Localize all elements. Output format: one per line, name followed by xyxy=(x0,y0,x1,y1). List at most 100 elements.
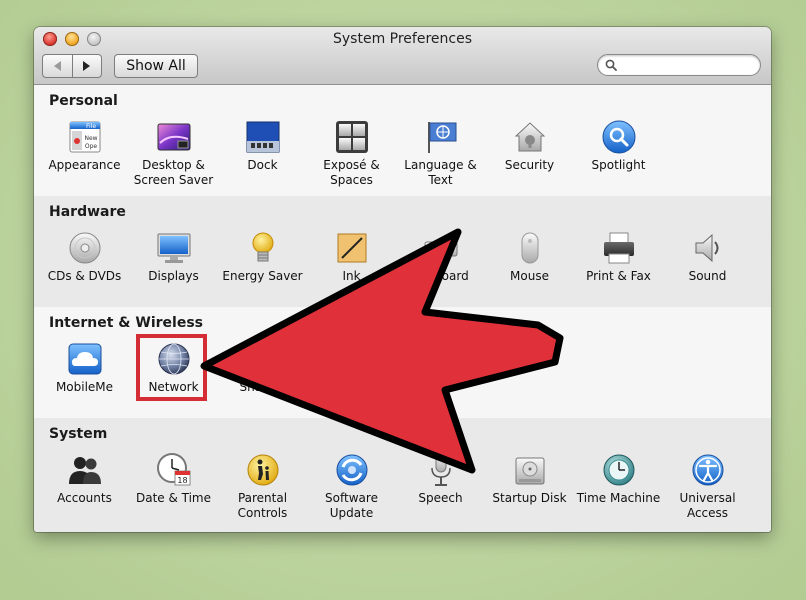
pane-label: Appearance xyxy=(48,158,121,172)
accounts-icon xyxy=(68,457,101,484)
pane-startup-disk[interactable]: Startup Disk xyxy=(485,448,574,526)
pane-label: Keyboard xyxy=(412,269,469,283)
spotlight-icon xyxy=(602,120,635,154)
pane-label: Startup Disk xyxy=(492,491,567,505)
pane-keyboard[interactable]: Keyboard xyxy=(396,226,485,304)
universal-access-icon xyxy=(692,454,723,486)
pane-sound[interactable]: Sound xyxy=(663,226,752,304)
section-hardware: Hardware CDs & DVDs Displays Energy Save… xyxy=(34,196,771,308)
pane-label: Displays xyxy=(148,269,199,283)
mobileme-cloud-icon xyxy=(68,343,101,375)
section-title-personal: Personal xyxy=(49,93,118,109)
energy-saver-icon xyxy=(252,232,273,262)
ink-icon xyxy=(337,233,366,263)
pane-label: Parental Controls xyxy=(237,491,288,520)
section-internet-wireless: Internet & Wireless MobileMe Network Sha… xyxy=(34,307,771,419)
time-machine-icon xyxy=(603,454,634,486)
cd-dvd-icon xyxy=(69,232,100,264)
pane-label: Language & Text xyxy=(404,158,477,187)
window-title: System Preferences xyxy=(333,31,472,47)
pane-label: CDs & DVDs xyxy=(47,269,122,283)
pane-label: Dock xyxy=(247,158,278,172)
search-field[interactable] xyxy=(597,54,761,76)
clock-calendar-icon: 18 xyxy=(156,453,190,486)
pane-appearance[interactable]: New Ope File Appearance xyxy=(40,115,129,193)
security-icon xyxy=(514,122,545,152)
pane-displays[interactable]: Displays xyxy=(129,226,218,304)
svg-text:Ope: Ope xyxy=(84,143,97,150)
pane-ink[interactable]: Ink xyxy=(307,226,396,304)
pane-label: Time Machine xyxy=(576,491,661,505)
desktop-screen-saver-icon xyxy=(157,123,190,151)
pane-label: Date & Time xyxy=(135,491,212,505)
section-title-hardware: Hardware xyxy=(49,204,126,220)
forward-button[interactable] xyxy=(71,55,102,77)
pane-label: MobileMe xyxy=(55,380,114,394)
pane-label: Print & Fax xyxy=(586,269,651,283)
pane-label: Universal Access xyxy=(679,491,736,520)
search-input[interactable] xyxy=(620,56,754,74)
pane-universal-access[interactable]: Universal Access xyxy=(663,448,752,526)
pane-language-text[interactable]: Language & Text xyxy=(396,115,485,193)
svg-text:New: New xyxy=(84,135,97,142)
pane-label: Spotlight xyxy=(591,158,646,172)
printer-icon xyxy=(603,232,634,264)
pane-desktop-screen-saver[interactable]: Desktop & Screen Saver xyxy=(129,115,218,193)
pane-label: Energy Saver xyxy=(222,269,303,283)
pane-cds-dvds[interactable]: CDs & DVDs xyxy=(40,226,129,304)
parental-controls-icon xyxy=(247,454,278,486)
pane-label: Accounts xyxy=(57,491,112,505)
pane-spotlight[interactable]: Spotlight xyxy=(574,115,663,193)
pane-label: Software Update xyxy=(325,491,378,520)
appearance-icon: New Ope File xyxy=(69,121,100,153)
pane-dock[interactable]: Dock xyxy=(218,115,307,193)
sharing-icon xyxy=(250,346,275,372)
pane-print-fax[interactable]: Print & Fax xyxy=(574,226,663,304)
section-system: System Accounts 18 Date & Time Parental … xyxy=(34,418,771,532)
pane-sharing[interactable]: Sharing xyxy=(218,337,307,415)
pane-mouse[interactable]: Mouse xyxy=(485,226,574,304)
keyboard-icon xyxy=(424,241,457,257)
search-icon xyxy=(605,59,617,71)
back-button[interactable] xyxy=(43,55,72,77)
pane-parental-controls[interactable]: Parental Controls xyxy=(218,448,307,526)
section-personal: Personal New Ope File Appearance Desktop… xyxy=(34,85,771,197)
pane-mobileme[interactable]: MobileMe xyxy=(40,337,129,415)
arrow-left-icon xyxy=(53,61,61,71)
speaker-icon xyxy=(695,233,718,263)
pane-security[interactable]: Security xyxy=(485,115,574,193)
pane-software-update[interactable]: Software Update xyxy=(307,448,396,526)
pane-accounts[interactable]: Accounts xyxy=(40,448,129,526)
pane-expose-spaces[interactable]: Exposé & Spaces xyxy=(307,115,396,193)
show-all-button[interactable]: Show All xyxy=(114,54,198,78)
pane-label: Sharing xyxy=(239,380,286,394)
pane-label: Speech xyxy=(418,491,463,505)
pane-time-machine[interactable]: Time Machine xyxy=(574,448,663,526)
pane-energy-saver[interactable]: Energy Saver xyxy=(218,226,307,304)
title-bar: System Preferences Show All xyxy=(34,27,771,85)
back-forward-group xyxy=(42,54,102,78)
dock-icon xyxy=(246,121,279,153)
pane-label: Ink xyxy=(342,269,361,283)
pane-label: Mouse xyxy=(510,269,549,283)
expose-spaces-icon xyxy=(335,121,368,153)
pane-speech[interactable]: Speech xyxy=(396,448,485,526)
arrow-right-icon xyxy=(83,61,91,71)
calendar-day-number: 18 xyxy=(177,476,187,485)
network-highlight-box xyxy=(136,334,207,401)
mouse-icon xyxy=(521,232,538,264)
pane-label: Desktop & Screen Saver xyxy=(133,158,214,187)
displays-icon xyxy=(157,233,190,263)
pane-label: Exposé & Spaces xyxy=(323,158,380,187)
microphone-icon xyxy=(430,453,451,486)
section-title-internet-wireless: Internet & Wireless xyxy=(49,315,203,331)
svg-text:File: File xyxy=(85,123,95,130)
pane-label: Security xyxy=(504,158,555,172)
software-update-icon xyxy=(336,454,367,486)
pane-date-time[interactable]: 18 Date & Time xyxy=(129,448,218,526)
hard-disk-icon xyxy=(515,457,544,485)
section-title-system: System xyxy=(49,426,108,442)
pane-label: Sound xyxy=(688,269,727,283)
preferences-content: Personal New Ope File Appearance Desktop… xyxy=(34,85,771,532)
system-preferences-window: System Preferences Show All Personal New… xyxy=(34,27,771,532)
